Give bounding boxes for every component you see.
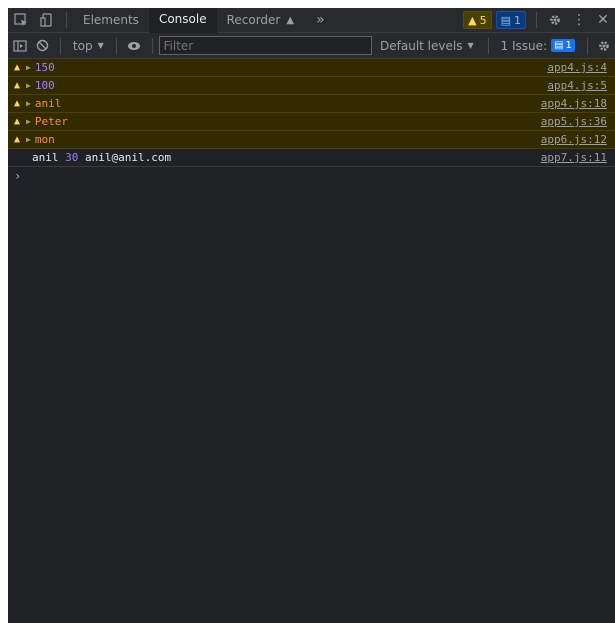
issues-count: 1 (565, 40, 572, 51)
expand-triangle-icon[interactable]: ▶ (26, 117, 31, 126)
log-levels-label: Default levels (380, 38, 463, 53)
settings-gear-icon[interactable] (543, 13, 567, 27)
warning-value: Peter (34, 115, 68, 128)
devtools-tab-bar: Elements Console Recorder ▲ » ▲ 5 ▤ 1 ⋮ … (8, 8, 615, 33)
console-output: ▲ ▶ 150 app4.js:4 ▲ ▶ 100 app4.js:5 ▲ ▶ … (8, 59, 615, 184)
source-link[interactable]: app7.js:11 (541, 151, 607, 164)
more-options-icon[interactable]: ⋮ (567, 12, 591, 28)
clear-console-icon[interactable] (31, 34, 54, 58)
source-link[interactable]: app4.js:18 (541, 97, 607, 110)
console-settings-gear-icon[interactable] (594, 39, 615, 53)
log-name: anil (32, 151, 59, 164)
warning-icon: ▲ (13, 80, 21, 91)
toolbar-separator (151, 37, 153, 54)
close-icon[interactable]: ✕ (591, 12, 615, 28)
log-age: 30 (65, 151, 79, 164)
prompt-chevron-icon: › (14, 168, 22, 183)
sidebar-toggle-icon[interactable] (8, 34, 31, 58)
warning-value: 100 (34, 79, 55, 92)
context-label: top (72, 38, 93, 53)
log-email: anil@anil.com (85, 151, 172, 164)
console-warning-row[interactable]: ▲ ▶ 150 app4.js:4 (8, 59, 615, 77)
warning-icon: ▲ (13, 134, 21, 145)
warnings-count: 5 (479, 13, 487, 27)
source-link[interactable]: app6.js:12 (541, 133, 607, 146)
more-tabs-button[interactable]: » (304, 12, 337, 28)
inspect-element-icon[interactable] (8, 8, 34, 32)
flask-icon: ▲ (286, 14, 295, 26)
expand-triangle-icon[interactable]: ▶ (26, 63, 31, 72)
console-log-row[interactable]: anil 30 anil@anil.com app7.js:11 (8, 149, 615, 167)
console-toolbar: top ▼ Default levels ▼ 1 Issue: ▤ 1 (8, 33, 615, 59)
source-link[interactable]: app4.js:4 (547, 61, 607, 74)
tab-elements[interactable]: Elements (73, 8, 149, 32)
filter-input[interactable] (158, 36, 373, 55)
messages-count: 1 (514, 13, 521, 27)
warning-value: anil (34, 97, 62, 110)
expand-triangle-icon[interactable]: ▶ (26, 135, 31, 144)
tab-separator (66, 12, 67, 28)
chevron-down-icon: ▼ (97, 41, 104, 50)
source-link[interactable]: app4.js:5 (547, 79, 607, 92)
issues-badge: ▤ 1 (551, 39, 575, 52)
toolbar-separator (586, 37, 588, 54)
expand-triangle-icon[interactable]: ▶ (26, 99, 31, 108)
tab-recorder-label: Recorder (226, 13, 281, 27)
chevron-down-icon: ▼ (467, 41, 474, 50)
console-warning-row[interactable]: ▲ ▶ 100 app4.js:5 (8, 77, 615, 95)
console-warning-row[interactable]: ▲ ▶ mon app6.js:12 (8, 131, 615, 149)
log-levels-dropdown[interactable]: Default levels ▼ (372, 39, 482, 53)
toolbar-separator (487, 37, 489, 54)
warning-icon: ▲ (468, 13, 477, 27)
toolbar-separator (60, 37, 61, 54)
warning-value: 150 (34, 61, 55, 74)
console-prompt[interactable]: › (8, 167, 615, 184)
issues-button[interactable]: 1 Issue: ▤ 1 (495, 39, 581, 53)
warning-icon: ▲ (13, 98, 21, 109)
warnings-badge[interactable]: ▲ 5 (463, 11, 492, 29)
devtools-panel: Elements Console Recorder ▲ » ▲ 5 ▤ 1 ⋮ … (8, 8, 615, 623)
console-warning-row[interactable]: ▲ ▶ Peter app5.js:36 (8, 113, 615, 131)
context-selector[interactable]: top ▼ (67, 39, 110, 53)
toolbar-separator (115, 37, 117, 54)
device-toolbar-icon[interactable] (34, 8, 60, 32)
warning-icon: ▲ (13, 62, 21, 73)
expand-triangle-icon[interactable]: ▶ (26, 81, 31, 90)
live-expression-eye-icon[interactable] (123, 34, 146, 58)
console-warning-row[interactable]: ▲ ▶ anil app4.js:18 (8, 95, 615, 113)
message-icon: ▤ (500, 13, 511, 27)
issues-label: 1 Issue: (500, 38, 548, 53)
warning-value: mon (34, 133, 55, 146)
messages-badge[interactable]: ▤ 1 (495, 11, 526, 29)
tab-console[interactable]: Console (148, 8, 217, 33)
tab-recorder[interactable]: Recorder ▲ (217, 8, 304, 32)
issue-icon: ▤ (554, 40, 564, 51)
warning-icon: ▲ (13, 116, 21, 127)
badge-separator (536, 12, 537, 28)
source-link[interactable]: app5.js:36 (541, 115, 607, 128)
